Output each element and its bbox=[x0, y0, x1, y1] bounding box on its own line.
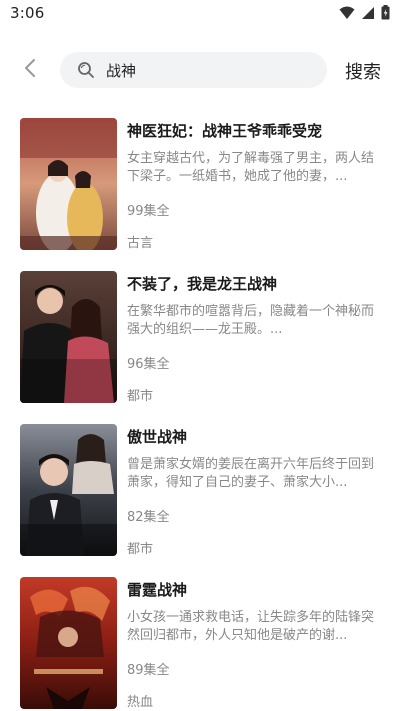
item-episodes: 89集全 bbox=[127, 663, 170, 678]
chevron-left-icon bbox=[24, 58, 36, 82]
list-item[interactable]: 傲世战神 曾是萧家女婿的姜辰在离开六年后终于回到萧家，得知了自己的妻子、萧家大小… bbox=[0, 416, 400, 557]
status-time: 3:06 bbox=[10, 4, 45, 22]
cover-image bbox=[20, 118, 117, 250]
search-box[interactable] bbox=[60, 52, 327, 88]
list-item[interactable]: 不装了，我是龙王战神 在繁华都市的喧嚣背后，隐藏着一个神秘而强大的组织——龙王殿… bbox=[0, 263, 400, 404]
cover-image bbox=[20, 271, 117, 403]
signal-icon bbox=[361, 5, 375, 24]
item-description: 在繁华都市的喧嚣背后，隐藏着一个神秘而强大的组织——龙王殿。... bbox=[127, 304, 375, 337]
item-title: 傲世战神 bbox=[127, 428, 188, 446]
cover-image bbox=[20, 577, 117, 709]
item-genre: 热血 bbox=[127, 695, 154, 710]
search-icon bbox=[76, 60, 96, 80]
item-genre: 都市 bbox=[127, 542, 154, 557]
cover-image bbox=[20, 424, 117, 556]
item-genre: 都市 bbox=[127, 389, 154, 404]
item-title: 不装了，我是龙王战神 bbox=[127, 275, 278, 293]
item-episodes: 82集全 bbox=[127, 510, 170, 525]
wifi-icon bbox=[339, 5, 355, 24]
search-input[interactable] bbox=[104, 60, 308, 80]
search-button[interactable]: 搜索 bbox=[345, 58, 381, 84]
battery-icon bbox=[381, 5, 390, 24]
status-bar: 3:06 bbox=[0, 0, 400, 28]
status-icons bbox=[339, 5, 390, 24]
back-button[interactable] bbox=[14, 54, 46, 86]
item-description: 曾是萧家女婿的姜辰在离开六年后终于回到萧家，得知了自己的妻子、萧家大小... bbox=[127, 457, 375, 490]
item-description: 小女孩一通求救电话，让失踪多年的陆锋突然回归都市，外人只知他是破产的谢... bbox=[127, 610, 375, 643]
item-title: 神医狂妃：战神王爷乖乖受宠 bbox=[127, 122, 323, 140]
item-episodes: 99集全 bbox=[127, 204, 170, 219]
item-description: 女主穿越古代，为了解毒强了男主，两人结下梁子。一纸婚书，她成了他的妻，... bbox=[127, 151, 375, 184]
item-episodes: 96集全 bbox=[127, 357, 170, 372]
item-genre: 古言 bbox=[127, 236, 154, 251]
list-item[interactable]: 雷霆战神 小女孩一通求救电话，让失踪多年的陆锋突然回归都市，外人只知他是破产的谢… bbox=[0, 569, 400, 710]
search-header: 搜索 bbox=[0, 44, 400, 96]
item-title: 雷霆战神 bbox=[127, 581, 188, 599]
list-item[interactable]: 神医狂妃：战神王爷乖乖受宠 女主穿越古代，为了解毒强了男主，两人结下梁子。一纸婚… bbox=[0, 110, 400, 251]
